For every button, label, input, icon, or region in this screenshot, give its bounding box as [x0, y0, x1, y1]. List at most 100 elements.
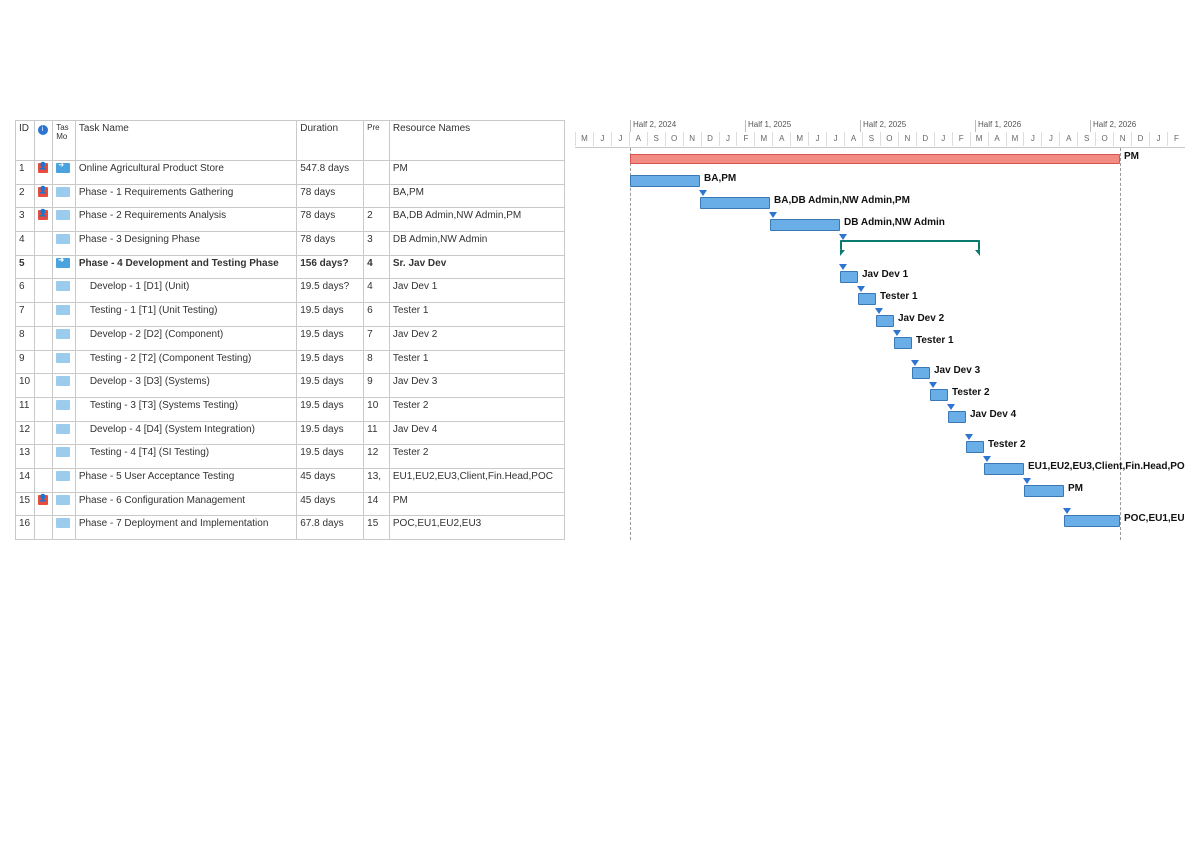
cell-name[interactable]: Phase - 5 User Acceptance Testing [75, 468, 296, 492]
table-row[interactable]: 3Phase - 2 Requirements Analysis78 days2… [16, 208, 565, 232]
cell-mode[interactable] [53, 208, 76, 232]
table-row[interactable]: 5 Phase - 4 Development and Testing Phase… [16, 255, 565, 279]
table-row[interactable]: 6 Develop - 1 [D1] (Unit)19.5 days?4Jav D… [16, 279, 565, 303]
gantt-row[interactable]: EU1,EU2,EU3,Client,Fin.Head,POC [575, 458, 1185, 480]
cell-mode[interactable] [53, 374, 76, 398]
table-row[interactable]: 7 Testing - 1 [T1] (Unit Testing)19.5 day… [16, 303, 565, 327]
task-grid[interactable]: ID i TasMo Task Name Duration Pre Resour… [15, 120, 565, 540]
cell-resources[interactable]: BA,PM [389, 184, 564, 208]
gantt-row[interactable]: PM [575, 148, 1185, 170]
gantt-row[interactable]: BA,DB Admin,NW Admin,PM [575, 192, 1185, 214]
gantt-bar[interactable] [630, 175, 700, 187]
cell-id[interactable]: 10 [16, 374, 35, 398]
cell-mode[interactable] [53, 279, 76, 303]
cell-id[interactable]: 7 [16, 303, 35, 327]
cell-name[interactable]: Develop - 1 [D1] (Unit) [75, 279, 296, 303]
table-row[interactable]: 14 Phase - 5 User Acceptance Testing45 da… [16, 468, 565, 492]
col-mode[interactable]: TasMo [53, 121, 76, 161]
cell-duration[interactable]: 19.5 days [297, 374, 364, 398]
cell-name[interactable]: Testing - 4 [T4] (SI Testing) [75, 445, 296, 469]
table-row[interactable]: 13Testing - 4 [T4] (SI Testing)19.5 days… [16, 445, 565, 469]
cell-resources[interactable]: PM [389, 161, 564, 185]
cell-duration[interactable]: 78 days [297, 232, 364, 256]
cell-id[interactable]: 2 [16, 184, 35, 208]
gantt-bar[interactable] [630, 154, 1120, 164]
cell-id[interactable]: 8 [16, 326, 35, 350]
cell-name[interactable]: Testing - 1 [T1] (Unit Testing) [75, 303, 296, 327]
cell-resources[interactable]: Jav Dev 4 [389, 421, 564, 445]
cell-pred[interactable]: 14 [364, 492, 390, 516]
cell-mode[interactable] [53, 303, 76, 327]
cell-resources[interactable]: EU1,EU2,EU3,Client,Fin.Head,POC [389, 468, 564, 492]
table-row[interactable]: 10 Develop - 3 [D3] (Systems)19.5 days9Ja… [16, 374, 565, 398]
cell-resources[interactable]: PM [389, 492, 564, 516]
cell-mode[interactable] [53, 492, 76, 516]
gantt-chart[interactable]: Half 2, 2024Half 1, 2025Half 2, 2025Half… [565, 120, 1185, 540]
cell-resources[interactable]: Jav Dev 2 [389, 326, 564, 350]
col-duration[interactable]: Duration [297, 121, 364, 161]
gantt-row[interactable]: Jav Dev 3 [575, 362, 1185, 384]
gantt-row[interactable] [575, 236, 1185, 266]
cell-mode[interactable] [53, 445, 76, 469]
cell-id[interactable]: 4 [16, 232, 35, 256]
cell-resources[interactable]: BA,DB Admin,NW Admin,PM [389, 208, 564, 232]
cell-mode[interactable] [53, 350, 76, 374]
table-row[interactable]: 8Develop - 2 [D2] (Component)19.5 days7J… [16, 326, 565, 350]
gantt-row[interactable]: POC,EU1,EU2,EU3 [575, 510, 1185, 540]
cell-duration[interactable]: 156 days? [297, 255, 364, 279]
cell-id[interactable]: 6 [16, 279, 35, 303]
col-resources[interactable]: Resource Names [389, 121, 564, 161]
cell-name[interactable]: Develop - 3 [D3] (Systems) [75, 374, 296, 398]
gantt-row[interactable]: BA,PM [575, 170, 1185, 192]
cell-name[interactable]: Develop - 2 [D2] (Component) [75, 326, 296, 350]
cell-mode[interactable] [53, 161, 76, 185]
gantt-row[interactable]: Tester 2 [575, 436, 1185, 458]
cell-pred[interactable]: 9 [364, 374, 390, 398]
cell-name[interactable]: Phase - 3 Designing Phase [75, 232, 296, 256]
gantt-bar[interactable] [912, 367, 930, 379]
cell-name[interactable]: Phase - 4 Development and Testing Phase [75, 255, 296, 279]
cell-resources[interactable]: Jav Dev 1 [389, 279, 564, 303]
cell-duration[interactable]: 547.8 days [297, 161, 364, 185]
cell-name[interactable]: Phase - 2 Requirements Analysis [75, 208, 296, 232]
cell-id[interactable]: 16 [16, 516, 35, 540]
gantt-row[interactable]: PM [575, 480, 1185, 510]
cell-resources[interactable]: DB Admin,NW Admin [389, 232, 564, 256]
cell-mode[interactable] [53, 516, 76, 540]
cell-id[interactable]: 11 [16, 397, 35, 421]
cell-duration[interactable]: 19.5 days [297, 303, 364, 327]
cell-id[interactable]: 5 [16, 255, 35, 279]
cell-duration[interactable]: 19.5 days [297, 350, 364, 374]
col-pred[interactable]: Pre [364, 121, 390, 161]
table-row[interactable]: 4Phase - 3 Designing Phase78 days3DB Adm… [16, 232, 565, 256]
cell-resources[interactable]: Tester 1 [389, 303, 564, 327]
gantt-bar[interactable] [840, 240, 980, 250]
cell-pred[interactable]: 2 [364, 208, 390, 232]
cell-duration[interactable]: 67.8 days [297, 516, 364, 540]
gantt-row[interactable]: Jav Dev 2 [575, 310, 1185, 332]
cell-resources[interactable]: Jav Dev 3 [389, 374, 564, 398]
cell-name[interactable]: Online Agricultural Product Store [75, 161, 296, 185]
gantt-bar[interactable] [930, 389, 948, 401]
cell-pred[interactable] [364, 161, 390, 185]
table-row[interactable]: 11Testing - 3 [T3] (Systems Testing)19.5… [16, 397, 565, 421]
cell-mode[interactable] [53, 184, 76, 208]
cell-mode[interactable] [53, 397, 76, 421]
cell-pred[interactable]: 10 [364, 397, 390, 421]
cell-duration[interactable]: 45 days [297, 468, 364, 492]
gantt-row[interactable]: Jav Dev 1 [575, 266, 1185, 288]
gantt-row[interactable]: Tester 1 [575, 288, 1185, 310]
cell-pred[interactable]: 11 [364, 421, 390, 445]
cell-pred[interactable]: 4 [364, 279, 390, 303]
cell-duration[interactable]: 19.5 days? [297, 279, 364, 303]
cell-id[interactable]: 14 [16, 468, 35, 492]
gantt-row[interactable]: Tester 1 [575, 332, 1185, 362]
gantt-bar[interactable] [1064, 515, 1120, 527]
cell-name[interactable]: Phase - 1 Requirements Gathering [75, 184, 296, 208]
cell-duration[interactable]: 78 days [297, 208, 364, 232]
cell-id[interactable]: 13 [16, 445, 35, 469]
cell-mode[interactable] [53, 255, 76, 279]
cell-duration[interactable]: 19.5 days [297, 397, 364, 421]
gantt-bar[interactable] [840, 271, 858, 283]
cell-pred[interactable]: 13, [364, 468, 390, 492]
